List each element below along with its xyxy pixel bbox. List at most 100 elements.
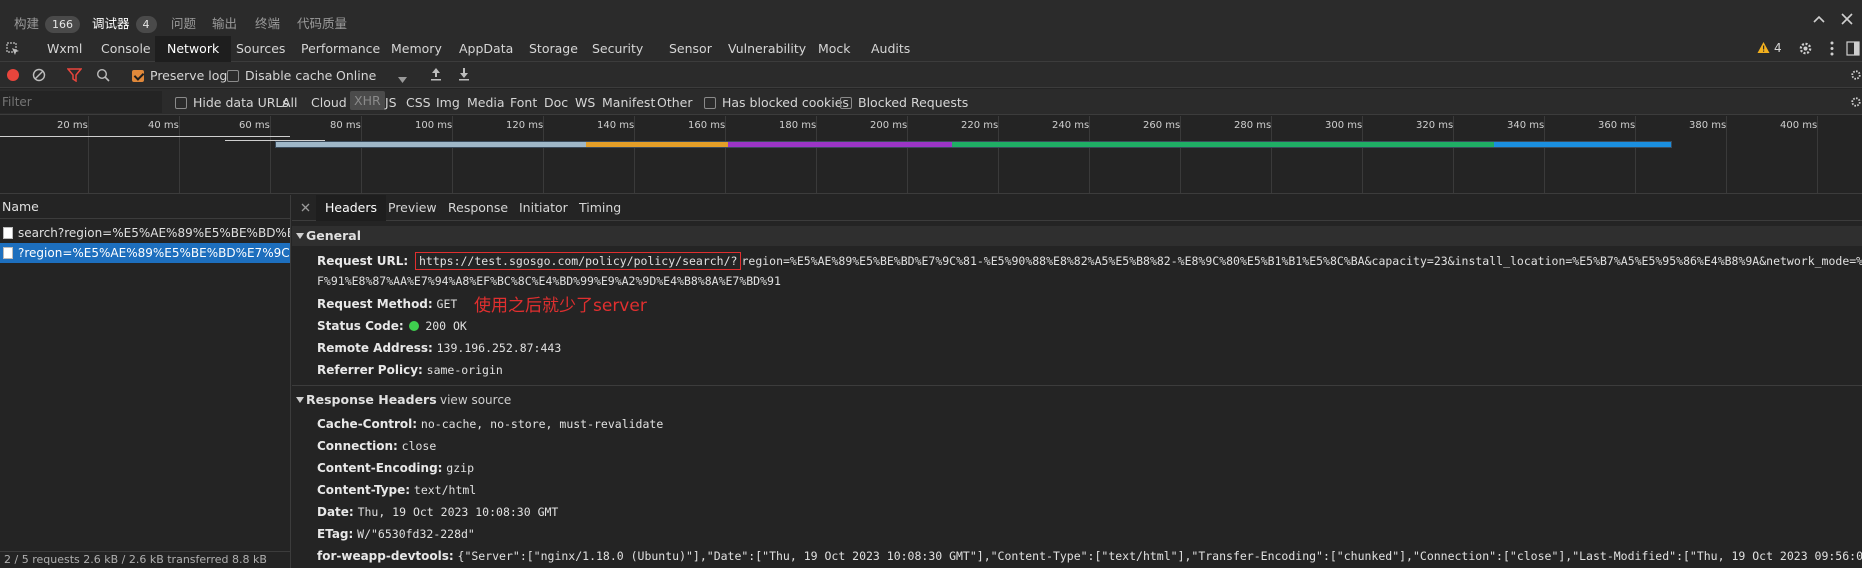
filter-settings-gear-icon[interactable] — [1850, 95, 1862, 112]
header-key: Cache-Control: — [317, 417, 418, 431]
tab-wxml[interactable]: Wxml — [47, 36, 82, 62]
record-icon[interactable] — [6, 68, 20, 85]
tab-storage[interactable]: Storage — [529, 36, 578, 62]
dock-side-icon[interactable] — [1846, 41, 1860, 59]
blocked-requests-checkbox[interactable]: Blocked Requests — [840, 95, 968, 110]
hide-data-urls-checkbox[interactable]: Hide data URLs — [175, 95, 289, 110]
file-icon — [3, 227, 13, 239]
filter-type-doc[interactable]: Doc — [544, 95, 568, 110]
header-value: no-cache, no-store, must-revalidate — [420, 417, 664, 431]
checkbox-icon — [227, 70, 239, 82]
response-header-row: for-weapp-devtools: {"Server":["nginx/1.… — [317, 549, 1862, 563]
general-section-header[interactable]: General — [292, 226, 1862, 246]
import-upload-icon[interactable] — [430, 67, 442, 84]
filter-type-manifest[interactable]: Manifest — [602, 95, 655, 110]
header-value: {"Server":["nginx/1.18.0 (Ubuntu)"],"Dat… — [457, 549, 1862, 563]
preserve-log-label: Preserve log — [150, 68, 228, 83]
tab-response[interactable]: Response — [448, 195, 508, 221]
has-blocked-cookies-checkbox[interactable]: Has blocked cookies — [704, 95, 849, 110]
waterfall-segment-ssl — [728, 142, 952, 147]
devtools-tab-row: Wxml Console Network Sources Performance… — [0, 36, 1862, 62]
close-detail-icon[interactable] — [301, 200, 310, 215]
clear-icon[interactable] — [32, 68, 46, 85]
top-tab-code-quality[interactable]: 代码质量 — [297, 13, 347, 32]
tab-sources[interactable]: Sources — [236, 36, 285, 62]
general-section-title: General — [306, 228, 361, 243]
filter-type-font[interactable]: Font — [510, 95, 537, 110]
filter-type-img[interactable]: Img — [436, 95, 460, 110]
top-tab-output[interactable]: 输出 — [212, 13, 237, 32]
waterfall-segment-download — [952, 142, 1494, 147]
tab-security[interactable]: Security — [592, 36, 643, 62]
top-tab-debugger[interactable]: 调试器 4 — [92, 13, 157, 33]
top-tab-terminal[interactable]: 终端 — [255, 13, 280, 32]
filter-row: Hide data URLs All Cloud XHR JS CSS Img … — [0, 89, 1862, 115]
checkbox-checked-icon — [132, 70, 144, 82]
network-overview-timeline[interactable]: 20 ms 40 ms 60 ms 80 ms 100 ms 120 ms 14… — [0, 116, 1862, 194]
tab-initiator[interactable]: Initiator — [519, 195, 568, 221]
tab-console[interactable]: Console — [101, 36, 151, 62]
close-icon[interactable] — [1840, 12, 1854, 29]
filter-type-css[interactable]: CSS — [406, 95, 431, 110]
filter-input[interactable] — [0, 91, 162, 113]
tab-headers[interactable]: Headers — [316, 195, 387, 221]
tab-performance[interactable]: Performance — [301, 36, 380, 62]
response-headers-title: Response Headers — [306, 392, 437, 407]
filter-type-cloud[interactable]: Cloud — [311, 95, 347, 110]
disable-cache-label: Disable cache — [245, 68, 333, 83]
tab-mock[interactable]: Mock — [818, 36, 851, 62]
tab-memory[interactable]: Memory — [391, 36, 442, 62]
remote-address-label: Remote Address: — [317, 341, 433, 355]
disable-cache-checkbox[interactable]: Disable cache — [227, 68, 332, 83]
search-icon[interactable] — [96, 68, 110, 85]
element-picker-icon[interactable] — [6, 42, 20, 59]
collapse-up-icon[interactable] — [1812, 12, 1826, 29]
request-row-selected[interactable]: ?region=%E5%AE%89%E5%BE%BD%E7%9C%81-%E5%… — [0, 243, 290, 263]
request-url-rest-line2: F%91%E8%87%AA%E7%94%A8%EF%BC%8C%E4%BD%99… — [317, 274, 781, 288]
warning-count: 4 — [1773, 41, 1782, 55]
chevron-down-icon[interactable] — [398, 71, 407, 86]
request-name: ?region=%E5%AE%89%E5%BE%BD%E7%9C%81-%E5%… — [18, 246, 290, 260]
view-source-link[interactable]: view source — [440, 390, 511, 410]
header-value: Thu, 19 Oct 2023 10:08:30 GMT — [357, 505, 559, 519]
status-ok-dot-icon — [409, 321, 420, 331]
name-column-header[interactable]: Name — [0, 195, 291, 219]
top-tab-problems[interactable]: 问题 — [171, 13, 196, 32]
tab-network[interactable]: Network — [155, 36, 232, 62]
top-tab-build[interactable]: 构建 166 — [14, 13, 81, 33]
throttling-select[interactable]: Online — [336, 68, 376, 83]
tab-preview[interactable]: Preview — [388, 195, 437, 221]
tab-appdata[interactable]: AppData — [459, 36, 513, 62]
request-url-highlight-box: https://test.sgosgo.com/policy/policy/se… — [414, 252, 742, 270]
filter-type-other[interactable]: Other — [657, 95, 693, 110]
filter-type-ws[interactable]: WS — [575, 95, 595, 110]
waterfall-segment-wait — [586, 142, 728, 147]
export-download-icon[interactable] — [458, 67, 470, 84]
expand-triangle-icon — [296, 233, 304, 239]
section-divider — [292, 385, 1862, 386]
tab-audits[interactable]: Audits — [871, 36, 910, 62]
tab-timing[interactable]: Timing — [579, 195, 621, 221]
waterfall-segment-receive — [1494, 142, 1671, 147]
tab-sensor[interactable]: Sensor — [669, 36, 712, 62]
response-headers-section-header[interactable]: Response Headers view source — [292, 390, 1862, 410]
settings-gear-icon[interactable] — [1798, 41, 1813, 59]
request-url-continuation: F%91%E8%87%AA%E7%94%A8%EF%BC%8C%E4%BD%99… — [317, 274, 781, 288]
filter-type-media[interactable]: Media — [467, 95, 505, 110]
header-value: close — [401, 439, 437, 453]
filter-type-xhr[interactable]: XHR — [350, 91, 385, 110]
filter-type-all[interactable]: All — [282, 95, 298, 110]
response-header-row: Connection: close — [317, 439, 436, 453]
request-method-label: Request Method: — [317, 297, 433, 311]
warnings-indicator[interactable]: 4 — [1757, 41, 1782, 57]
blocked-requests-label: Blocked Requests — [858, 95, 969, 110]
filter-funnel-icon[interactable] — [66, 68, 83, 85]
tab-vulnerability[interactable]: Vulnerability — [728, 36, 806, 62]
response-header-row: Cache-Control: no-cache, no-store, must-… — [317, 417, 663, 431]
filter-type-js[interactable]: JS — [385, 95, 397, 110]
preserve-log-checkbox[interactable]: Preserve log — [132, 68, 227, 83]
remote-address-value: 139.196.252.87:443 — [436, 341, 562, 355]
request-row[interactable]: search?region=%E5%AE%89%E5%BE%BD%E7%9C%8… — [0, 223, 290, 243]
network-settings-gear-icon[interactable] — [1850, 68, 1862, 85]
more-options-icon[interactable] — [1830, 41, 1834, 59]
